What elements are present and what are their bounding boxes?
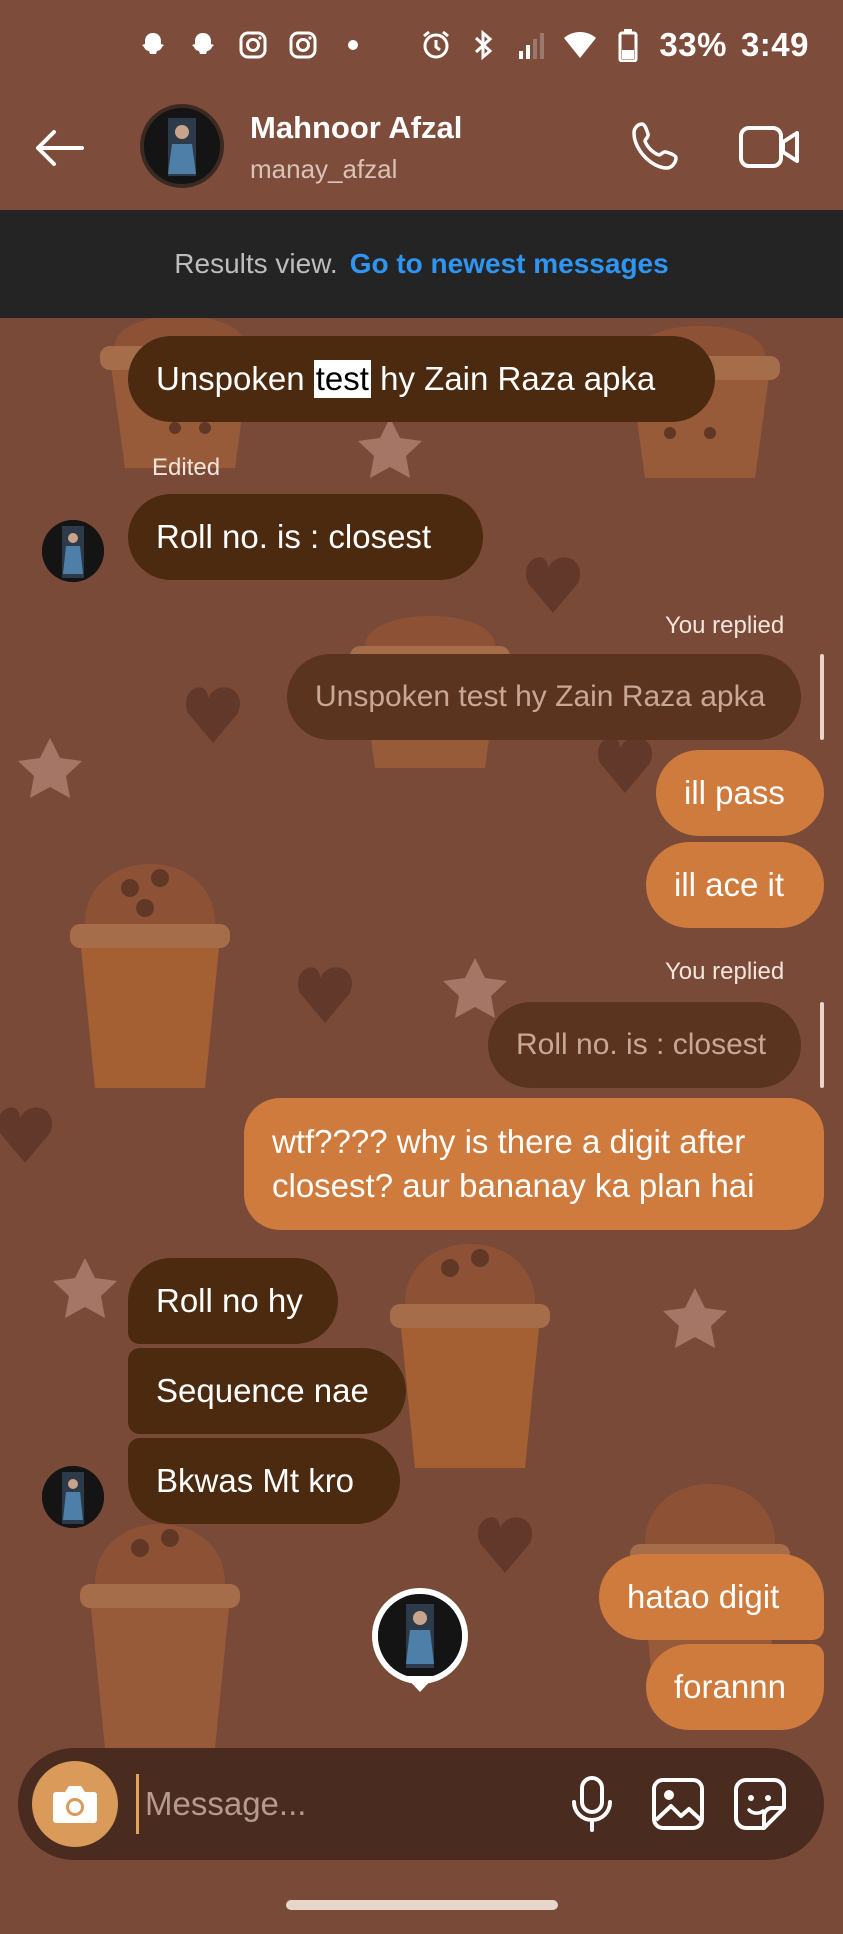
sender-avatar[interactable] [42,1466,104,1528]
message-input[interactable] [136,1774,516,1834]
battery-icon [611,28,645,62]
message-incoming[interactable]: Unspoken test hy Zain Raza apka [128,336,715,422]
reply-indicator [820,1002,824,1088]
chat-header: Mahnoor Afzal manay_afzal [0,96,843,210]
sticker-icon [734,1778,786,1830]
message-text-part: hy Zain Raza apka [370,360,656,397]
go-to-newest-link[interactable]: Go to newest messages [350,248,669,280]
instagram-icon [286,28,320,62]
voice-message-button[interactable] [566,1774,618,1834]
message-incoming[interactable]: Bkwas Mt kro [128,1438,400,1524]
status-bar: 33% 3:49 [0,0,843,96]
dot-icon [336,28,370,62]
wifi-icon [563,28,597,62]
camera-button[interactable] [32,1761,118,1847]
camera-icon [53,1786,97,1823]
results-view-banner: Results view. Go to newest messages [0,210,843,318]
clock: 3:49 [740,26,809,63]
message-outgoing[interactable]: hatao digit [599,1554,824,1640]
phone-icon [632,122,678,170]
arrow-left-icon [36,130,84,166]
message-incoming[interactable]: Sequence nae [128,1348,406,1434]
home-indicator[interactable] [286,1900,558,1910]
message-line: closest? aur bananay ka plan hai [272,1167,755,1204]
message-outgoing[interactable]: ill pass [656,750,824,836]
contact-name[interactable]: Mahnoor Afzal [250,110,462,146]
you-replied-label: You replied [665,958,785,985]
message-text-part: Unspoken [156,360,314,397]
status-notifications [136,28,370,62]
message-outgoing[interactable]: forannn [646,1644,824,1730]
image-icon [652,1778,704,1830]
seen-avatar [372,1588,468,1684]
video-call-button[interactable] [738,122,802,172]
message-incoming[interactable]: Roll no. is : closest [128,494,483,580]
snapchat-icon [136,28,170,62]
message-outgoing[interactable]: ill ace it [646,842,824,928]
video-camera-icon [739,126,799,168]
seen-avatar-pointer [405,1676,435,1692]
you-replied-label: You replied [665,612,785,639]
message-line: wtf???? why is there a digit after [272,1123,746,1160]
edited-label: Edited [152,454,221,481]
microphone-icon [572,1776,612,1832]
alarm-icon [419,28,453,62]
message-outgoing[interactable]: wtf???? why is there a digit after close… [244,1098,824,1230]
search-highlight: test [313,360,371,398]
reply-indicator [820,654,824,740]
contact-username[interactable]: manay_afzal [250,154,397,185]
reply-quote[interactable]: Unspoken test hy Zain Raza apka [287,654,801,740]
instagram-icon [236,28,270,62]
chat-area[interactable]: Unspoken test hy Zain Raza apka Edited R… [0,318,843,1748]
results-view-label: Results view. [174,248,338,279]
signal-icon [515,28,549,62]
sender-avatar[interactable] [42,520,104,582]
snapchat-icon [186,28,220,62]
battery-percent: 33% [659,26,727,63]
sticker-button[interactable] [732,1776,790,1832]
reply-quote[interactable]: Roll no. is : closest [488,1002,801,1088]
message-composer [18,1748,824,1860]
contact-avatar[interactable] [140,104,224,188]
gallery-button[interactable] [650,1776,708,1832]
status-system: 33% 3:49 [419,26,809,64]
back-button[interactable] [30,120,94,176]
bluetooth-icon [467,28,501,62]
voice-call-button[interactable] [628,118,684,174]
message-incoming[interactable]: Roll no hy [128,1258,338,1344]
